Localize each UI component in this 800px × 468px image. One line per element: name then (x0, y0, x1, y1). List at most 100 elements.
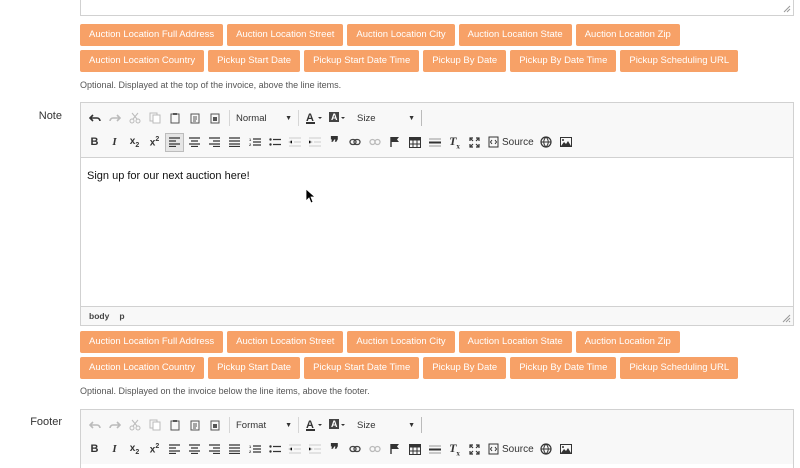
merge-tag-button[interactable]: Pickup Start Date (208, 357, 301, 379)
note-editor: Normal ▼ A A Size ▼ B I x2 x2 12 ❞ Tx So… (80, 102, 794, 326)
copy-icon[interactable] (145, 416, 164, 435)
unlink-icon[interactable] (365, 133, 384, 152)
merge-tag-button[interactable]: Pickup By Date (423, 357, 507, 379)
table-icon[interactable] (405, 440, 424, 459)
indent-icon[interactable] (305, 133, 324, 152)
resize-grip-icon[interactable] (783, 5, 791, 13)
toolbar-grip (421, 417, 422, 433)
remove-format-icon[interactable]: Tx (445, 133, 464, 152)
cut-icon[interactable] (125, 109, 144, 128)
note-paragraph: Sign up for our next auction here! (87, 170, 250, 182)
paragraph-format-dropdown[interactable]: Normal ▼ (234, 109, 294, 128)
remove-format-icon[interactable]: Tx (445, 440, 464, 459)
merge-tag-button[interactable]: Auction Location Zip (575, 331, 680, 353)
superscript-icon[interactable]: x2 (145, 133, 164, 152)
subscript-icon[interactable]: x2 (125, 440, 144, 459)
path-p[interactable]: p (119, 311, 124, 321)
undo-icon[interactable] (85, 416, 104, 435)
blockquote-icon[interactable]: ❞ (325, 133, 344, 152)
justify-icon[interactable] (225, 440, 244, 459)
redo-icon[interactable] (105, 109, 124, 128)
flag-anchor-icon[interactable] (385, 133, 404, 152)
merge-tag-button[interactable]: Pickup By Date Time (510, 50, 617, 72)
horizontal-line-icon[interactable] (425, 440, 444, 459)
paste-icon[interactable] (165, 416, 184, 435)
link-icon[interactable] (345, 133, 364, 152)
background-color-icon[interactable]: A (326, 109, 348, 128)
paragraph-format-dropdown[interactable]: Format ▼ (234, 416, 294, 435)
italic-icon[interactable]: I (105, 440, 124, 459)
superscript-icon[interactable]: x2 (145, 440, 164, 459)
outdent-icon[interactable] (285, 440, 304, 459)
paste-word-icon[interactable] (205, 109, 224, 128)
paste-word-icon[interactable] (205, 416, 224, 435)
font-size-dropdown[interactable]: Size ▼ (355, 109, 417, 128)
text-color-icon[interactable]: A (303, 109, 325, 128)
flag-anchor-icon[interactable] (385, 440, 404, 459)
horizontal-line-icon[interactable] (425, 133, 444, 152)
merge-tag-button[interactable]: Auction Location City (347, 331, 455, 353)
resize-grip-icon[interactable] (782, 314, 791, 323)
numbered-list-icon[interactable]: 12 (245, 440, 264, 459)
merge-tag-button[interactable]: Auction Location Street (227, 24, 344, 46)
note-content-area[interactable]: Sign up for our next auction here! (81, 158, 793, 306)
merge-tag-button[interactable]: Auction Location Street (227, 331, 344, 353)
font-size-dropdown[interactable]: Size ▼ (355, 416, 417, 435)
merge-tag-button[interactable]: Pickup By Date (423, 50, 507, 72)
merge-tag-button[interactable]: Auction Location City (347, 24, 455, 46)
subscript-icon[interactable]: x2 (125, 133, 144, 152)
italic-icon[interactable]: I (105, 133, 124, 152)
merge-tag-button[interactable]: Pickup Scheduling URL (620, 357, 739, 379)
unlink-icon[interactable] (365, 440, 384, 459)
align-center-icon[interactable] (185, 133, 204, 152)
align-left-icon[interactable] (165, 132, 184, 152)
merge-tag-button[interactable]: Pickup Start Date Time (304, 357, 420, 379)
copy-icon[interactable] (145, 109, 164, 128)
merge-tag-button[interactable]: Pickup By Date Time (510, 357, 617, 379)
table-icon[interactable] (405, 133, 424, 152)
merge-tag-button[interactable]: Pickup Start Date (208, 50, 301, 72)
merge-tag-button[interactable]: Pickup Start Date Time (304, 50, 420, 72)
globe-icon[interactable] (537, 440, 556, 459)
link-icon[interactable] (345, 440, 364, 459)
indent-icon[interactable] (305, 440, 324, 459)
path-body[interactable]: body (89, 311, 109, 321)
redo-icon[interactable] (105, 416, 124, 435)
align-left-icon[interactable] (165, 440, 184, 459)
cut-icon[interactable] (125, 416, 144, 435)
paste-text-icon[interactable] (185, 416, 204, 435)
merge-tag-button[interactable]: Auction Location State (458, 24, 572, 46)
paste-icon[interactable] (165, 109, 184, 128)
background-color-icon[interactable]: A (326, 416, 348, 435)
merge-tag-button[interactable]: Auction Location Full Address (80, 24, 224, 46)
paste-text-icon[interactable] (185, 109, 204, 128)
merge-tag-button[interactable]: Auction Location Full Address (80, 331, 224, 353)
blockquote-icon[interactable]: ❞ (325, 440, 344, 459)
merge-tag-button[interactable]: Auction Location Country (80, 50, 205, 72)
align-right-icon[interactable] (205, 133, 224, 152)
outdent-icon[interactable] (285, 133, 304, 152)
justify-icon[interactable] (225, 133, 244, 152)
undo-icon[interactable] (85, 109, 104, 128)
header-editor-bottom (80, 0, 794, 16)
source-button[interactable]: Source (485, 440, 537, 459)
bold-icon[interactable]: B (85, 440, 104, 459)
source-icon (488, 443, 499, 455)
globe-icon[interactable] (537, 133, 556, 152)
merge-tag-button[interactable]: Pickup Scheduling URL (620, 50, 739, 72)
maximize-icon[interactable] (465, 440, 484, 459)
merge-tag-button[interactable]: Auction Location Country (80, 357, 205, 379)
numbered-list-icon[interactable]: 12 (245, 133, 264, 152)
source-button[interactable]: Source (485, 133, 537, 152)
align-right-icon[interactable] (205, 440, 224, 459)
image-icon[interactable] (557, 133, 576, 152)
bullet-list-icon[interactable] (265, 133, 284, 152)
text-color-icon[interactable]: A (303, 416, 325, 435)
image-icon[interactable] (557, 440, 576, 459)
maximize-icon[interactable] (465, 133, 484, 152)
bullet-list-icon[interactable] (265, 440, 284, 459)
merge-tag-button[interactable]: Auction Location Zip (575, 24, 680, 46)
align-center-icon[interactable] (185, 440, 204, 459)
merge-tag-button[interactable]: Auction Location State (458, 331, 572, 353)
bold-icon[interactable]: B (85, 133, 104, 152)
